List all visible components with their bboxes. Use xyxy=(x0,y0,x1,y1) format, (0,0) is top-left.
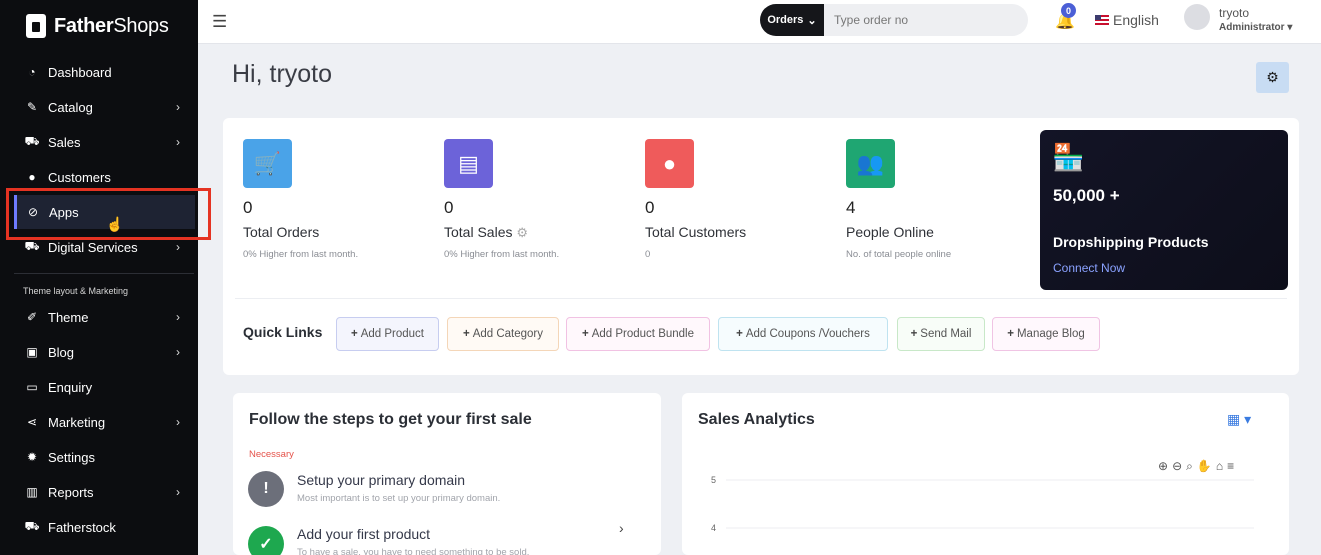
stat-label: Total Sales ⚙ xyxy=(444,224,529,240)
plus-icon: + xyxy=(462,328,470,340)
plus-icon: + xyxy=(910,328,918,340)
language-selector[interactable]: English xyxy=(1095,12,1159,28)
user-role-dropdown[interactable]: Administrator ▾ xyxy=(1219,22,1292,33)
stat-value: 0 xyxy=(243,198,253,217)
first-sale-steps-card: Follow the steps to get your first sale … xyxy=(233,393,661,555)
quick-link-add-product-bundle[interactable]: + Add Product Bundle xyxy=(566,317,710,351)
avatar[interactable] xyxy=(1184,4,1210,30)
user-icon: ● xyxy=(645,139,694,188)
stat-value: 4 xyxy=(846,198,856,217)
settings-button[interactable]: ⚙ xyxy=(1256,62,1289,93)
promo-title: Dropshipping Products xyxy=(1053,234,1209,250)
gear-icon: ⚙ xyxy=(1266,69,1279,85)
plus-icon: + xyxy=(736,328,743,340)
quick-link-manage-blog[interactable]: + Manage Blog xyxy=(992,317,1100,351)
search-scope-label: Orders xyxy=(767,14,804,26)
order-search: Orders ⌄ xyxy=(760,4,1028,36)
card-icon: ▤ xyxy=(444,139,493,188)
stat-subtext: 0% Higher from last month. xyxy=(444,249,560,260)
warning-icon: ! xyxy=(248,471,284,507)
plus-icon: + xyxy=(581,328,589,340)
promo-count: 50,000 + xyxy=(1053,186,1120,205)
stat-subtext: No. of total people online xyxy=(846,249,952,260)
check-icon: ✓ xyxy=(248,526,284,555)
y-tick-label: 5 xyxy=(711,475,716,485)
quick-link-label: Send Mail xyxy=(920,328,972,340)
dropshipping-promo[interactable]: 🏪 50,000 + Dropshipping Products Connect… xyxy=(1040,130,1288,290)
steps-title: Follow the steps to get your first sale xyxy=(249,411,532,428)
notification-badge: 0 xyxy=(1061,3,1076,18)
divider xyxy=(235,298,1287,299)
step-title[interactable]: Setup your primary domain xyxy=(297,472,465,488)
flag-icon xyxy=(1095,15,1109,25)
search-scope-select[interactable]: Orders ⌄ xyxy=(760,4,824,36)
stat-subtext: 0 xyxy=(645,249,651,260)
quick-link-label: Add Category xyxy=(472,328,544,340)
quick-link-add-coupons-vouchers[interactable]: + Add Coupons /Vouchers xyxy=(718,317,888,351)
cart-icon: 🛒 xyxy=(243,139,292,188)
stat-subtext: 0% Higher from last month. xyxy=(243,249,359,260)
step-desc: Most important is to set up your primary… xyxy=(297,493,501,504)
y-tick-label: 4 xyxy=(711,523,716,533)
stat-label: Total Customers xyxy=(645,224,747,240)
quick-link-label: Add Coupons /Vouchers xyxy=(745,328,870,340)
plus-icon: + xyxy=(1007,328,1014,340)
quick-link-label: Add Product xyxy=(360,328,424,340)
quick-link-label: Add Product Bundle xyxy=(591,328,694,340)
plus-icon: + xyxy=(350,328,358,340)
user-name[interactable]: tryoto xyxy=(1219,6,1249,20)
page-title: Hi, tryoto xyxy=(232,60,333,88)
step-desc: To have a sale, you have to need somethi… xyxy=(297,547,530,555)
gear-icon[interactable]: ⚙ xyxy=(516,225,528,240)
chevron-right-icon[interactable]: › xyxy=(619,520,624,536)
stats-card: 🛒 0 Total Orders 0% Higher from last month.… xyxy=(223,118,1299,375)
quick-link-send-mail[interactable]: + Send Mail xyxy=(897,317,985,351)
menu-toggle-icon[interactable]: ☰ xyxy=(212,12,227,32)
quick-link-add-category[interactable]: + Add Category xyxy=(447,317,559,351)
store-icon: 🏪 xyxy=(1052,142,1085,172)
quick-links-label: Quick Links xyxy=(243,324,323,340)
search-input[interactable] xyxy=(824,4,1014,36)
users-icon: 👥 xyxy=(846,139,895,188)
sales-analytics-card: Sales Analytics ▦ ▾ ⊕ ⊖ ⌕ ✋ ⌂ ≡ 54 xyxy=(682,393,1289,555)
chevron-down-icon: ⌄ xyxy=(807,14,817,27)
stat-value: 0 xyxy=(645,198,655,217)
topbar: ☰ Orders ⌄ 🔔 0 English tryoto Administra… xyxy=(198,0,1321,44)
quick-link-add-product[interactable]: + Add Product xyxy=(336,317,439,351)
stat-value: 0 xyxy=(444,198,454,217)
connect-now-link[interactable]: Connect Now xyxy=(1053,261,1125,275)
language-label: English xyxy=(1113,12,1159,28)
stat-label: People Online xyxy=(846,224,934,240)
sales-chart: 54 xyxy=(711,475,1254,533)
stat-label: Total Orders xyxy=(243,224,320,240)
quick-link-label: Manage Blog xyxy=(1016,328,1085,340)
step-title[interactable]: Add your first product xyxy=(297,526,430,542)
necessary-label: Necessary xyxy=(249,449,294,460)
mouse-cursor-icon: ☝ xyxy=(106,216,124,232)
